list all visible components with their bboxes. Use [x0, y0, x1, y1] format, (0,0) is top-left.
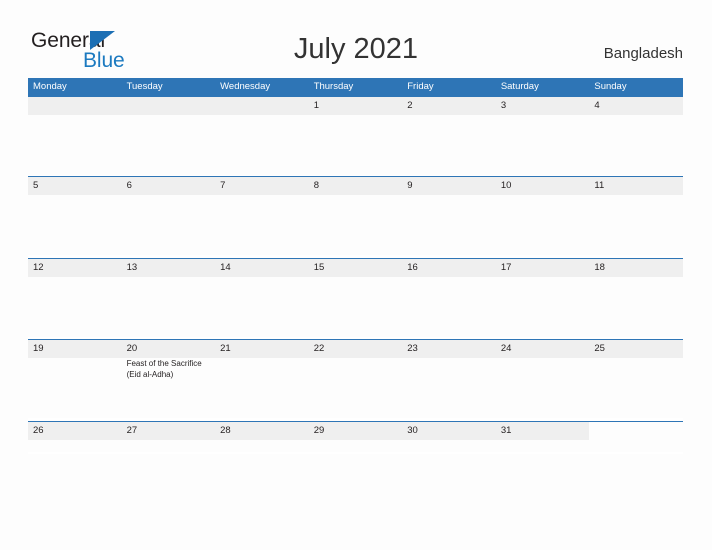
day-number: 26 — [33, 424, 44, 436]
day-number: 24 — [500, 343, 512, 354]
day-number: 15 — [313, 261, 325, 273]
calendar-day-cell[interactable]: 11 — [589, 177, 683, 255]
calendar-day-cell[interactable]: 12 — [28, 258, 122, 337]
calendar-day-cell[interactable]: 30 — [402, 421, 496, 452]
calendar-body: 1 2 3 4 5 6 7 8 9 10 11 12 13 14 15 16 17 18 19 20 Feast of … — [28, 96, 683, 454]
day-number: 27 — [126, 424, 138, 436]
weekday-header-monday: Monday — [33, 81, 67, 92]
week-day-strip: 26 27 28 29 30 31 — [28, 421, 683, 452]
calendar-day-cell[interactable]: 1 — [308, 97, 403, 175]
weekday-header-friday: Friday — [407, 81, 434, 92]
calendar-day-cell[interactable]: 20 Feast of the Sacrifice (Eid al-Adha) — [121, 340, 216, 418]
calendar-day-cell-empty — [121, 97, 216, 175]
day-number: 3 — [500, 100, 507, 111]
weekday-header-saturday: Saturday — [500, 81, 539, 92]
day-number: 9 — [407, 180, 413, 191]
calendar-day-cell[interactable]: 4 — [589, 97, 683, 175]
day-number: 16 — [407, 261, 418, 273]
calendar-day-cell[interactable]: 3 — [495, 97, 590, 175]
calendar-day-cell[interactable]: 17 — [495, 258, 590, 337]
calendar-day-cell[interactable]: 27 — [121, 421, 216, 452]
calendar-day-cell[interactable]: 23 — [402, 340, 496, 418]
day-number: 17 — [500, 261, 512, 273]
day-number: 28 — [220, 424, 231, 436]
weekday-header-sunday: Sunday — [594, 81, 627, 92]
calendar-day-cell[interactable]: 6 — [121, 177, 216, 255]
region-label: Bangladesh — [603, 45, 683, 62]
day-number: 8 — [313, 180, 319, 191]
week-day-strip: 5 6 7 8 9 10 11 — [28, 177, 683, 255]
calendar-day-cell[interactable]: 29 — [308, 421, 403, 452]
calendar-day-cell[interactable]: 15 — [308, 258, 403, 337]
calendar-day-cell[interactable]: 28 — [215, 421, 309, 452]
day-number: 25 — [594, 343, 605, 354]
calendar-day-cell[interactable]: 13 — [121, 258, 216, 337]
day-number: 11 — [594, 180, 605, 191]
calendar-day-cell[interactable]: 16 — [402, 258, 496, 337]
week-day-strip: 12 13 14 15 16 17 18 — [28, 258, 683, 337]
calendar-week-row: 1 2 3 4 — [28, 96, 683, 176]
calendar-week-row: 12 13 14 15 16 17 18 — [28, 257, 683, 339]
day-number: 5 — [33, 180, 39, 191]
day-number: 6 — [126, 180, 132, 191]
calendar-day-cell[interactable]: 7 — [215, 177, 309, 255]
calendar-day-cell[interactable]: 25 — [589, 340, 683, 418]
calendar-grid: Monday Tuesday Wednesday Thursday Friday Satu… — [28, 78, 683, 454]
calendar-day-cell-empty — [589, 421, 683, 452]
calendar-day-cell[interactable]: 18 — [589, 258, 683, 337]
calendar-day-cell-empty — [28, 97, 122, 175]
calendar-week-row: 26 27 28 29 30 31 — [28, 420, 683, 454]
day-number: 30 — [407, 424, 418, 436]
calendar-day-cell[interactable]: 14 — [215, 258, 309, 337]
calendar-week-row: 19 20 Feast of the Sacrifice (Eid al-Adha)… — [28, 339, 683, 421]
calendar-day-cell[interactable]: 9 — [402, 177, 496, 255]
day-event-label: Feast of the Sacrifice (Eid al-Adha) — [126, 359, 202, 379]
weekday-header-thursday: Thursday — [313, 81, 354, 92]
calendar-day-cell[interactable]: 8 — [308, 177, 403, 255]
day-number: 4 — [594, 100, 600, 111]
calendar-day-cell[interactable]: 5 — [28, 177, 122, 255]
weekday-header-tuesday: Tuesday — [126, 81, 163, 92]
weekday-header-wednesday: Wednesday — [220, 81, 271, 92]
calendar-day-cell-empty — [215, 97, 309, 175]
day-number: 1 — [313, 100, 319, 111]
calendar-day-cell[interactable]: 26 — [28, 421, 122, 452]
day-number: 20 — [126, 343, 138, 354]
calendar-day-cell[interactable]: 24 — [495, 340, 590, 418]
week-day-strip: 19 20 Feast of the Sacrifice (Eid al-Adha)… — [28, 340, 683, 418]
calendar-week-row: 5 6 7 8 9 10 11 — [28, 176, 683, 258]
day-number: 12 — [33, 261, 44, 273]
weekday-header-row: Monday Tuesday Wednesday Thursday Friday Satu… — [28, 78, 683, 96]
calendar-day-cell[interactable]: 2 — [402, 97, 496, 175]
day-number: 13 — [126, 261, 138, 273]
day-number: 2 — [407, 100, 413, 111]
day-number: 29 — [313, 424, 325, 436]
day-number: 23 — [407, 343, 418, 354]
day-number: 31 — [500, 424, 512, 436]
day-number: 14 — [220, 261, 231, 273]
day-number: 7 — [220, 180, 226, 191]
day-number: 21 — [220, 343, 231, 354]
day-number: 18 — [594, 261, 605, 273]
day-number: 19 — [33, 343, 44, 354]
day-number: 22 — [313, 343, 325, 354]
calendar-day-cell[interactable]: 19 — [28, 340, 122, 418]
week-day-strip: 1 2 3 4 — [28, 97, 683, 175]
calendar-day-cell[interactable]: 21 — [215, 340, 309, 418]
page-header: General Blue July 2021 Bangladesh — [0, 0, 712, 78]
day-number: 10 — [500, 180, 512, 191]
calendar-day-cell[interactable]: 31 — [495, 421, 590, 452]
calendar-day-cell[interactable]: 10 — [495, 177, 590, 255]
calendar-day-cell[interactable]: 22 — [308, 340, 403, 418]
